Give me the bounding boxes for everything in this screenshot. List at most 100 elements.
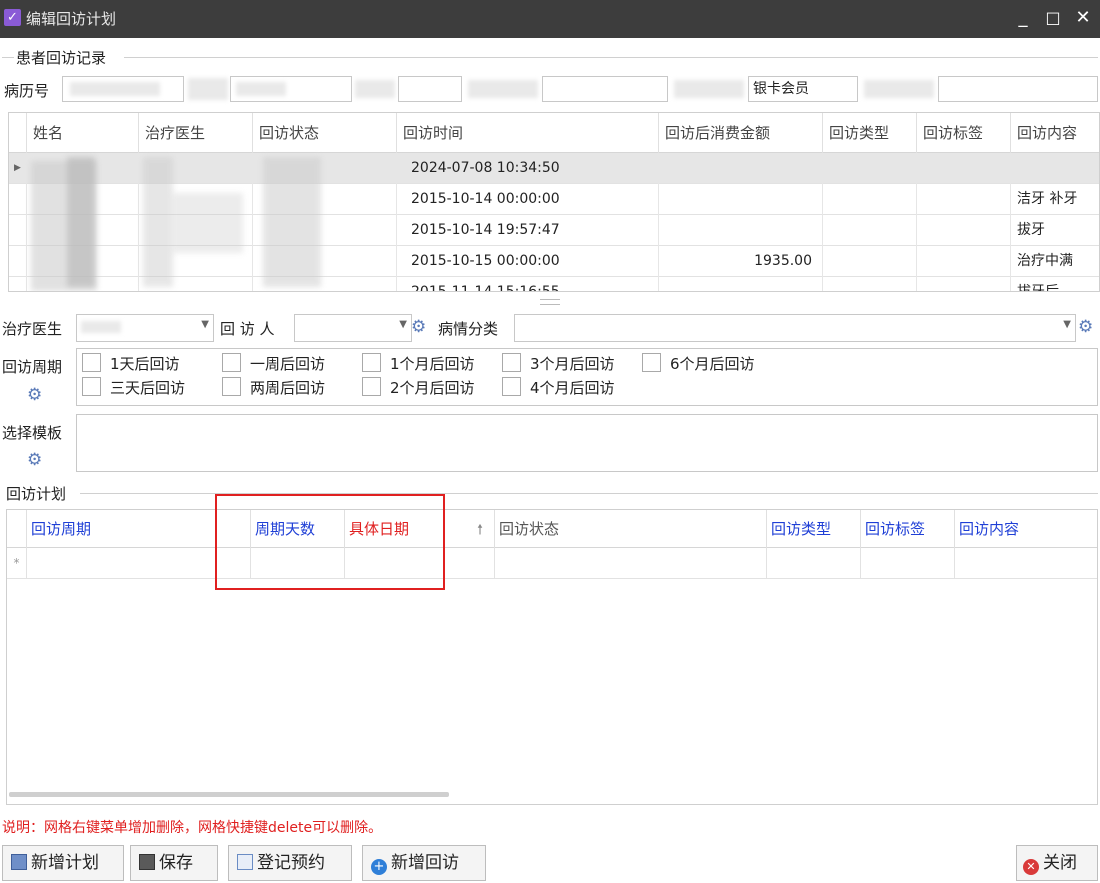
visitor-select[interactable]: ▼ xyxy=(294,314,412,342)
redacted-value xyxy=(236,82,286,96)
cycle-checkbox-3day[interactable] xyxy=(82,377,101,396)
cycle-label: 回访周期 xyxy=(2,358,63,376)
add-plan-icon xyxy=(11,854,27,870)
cycle-option-label: 1天后回访 xyxy=(110,355,180,373)
new-row-type-cell[interactable] xyxy=(767,548,861,579)
add-plan-label: 新增计划 xyxy=(31,853,99,873)
card-number-input[interactable] xyxy=(938,76,1098,102)
cell-type xyxy=(823,246,917,277)
category-select[interactable]: ▼ xyxy=(514,314,1076,342)
column-header-status[interactable]: 回访状态 xyxy=(495,510,767,548)
new-row-content-cell[interactable] xyxy=(955,548,1097,579)
minimize-button[interactable]: _ xyxy=(1010,5,1036,31)
horizontal-scrollbar[interactable] xyxy=(9,792,449,797)
chevron-down-icon[interactable]: ▼ xyxy=(1063,319,1071,330)
cell-content: 洁牙 补牙 xyxy=(1011,184,1099,215)
redacted-value xyxy=(263,157,321,287)
register-button[interactable]: 登记预约 xyxy=(228,845,352,881)
record-grid[interactable]: 姓名 治疗医生 回访状态 回访时间 回访后消费金额 回访类型 回访标签 回访内容… xyxy=(8,112,1100,292)
plus-circle-icon: + xyxy=(371,859,387,875)
cell-amount xyxy=(659,153,823,184)
column-header-status[interactable]: 回访状态 xyxy=(253,113,397,153)
doctor-select[interactable]: ▼ xyxy=(76,314,214,342)
cell-content: 拔牙后 xyxy=(1011,277,1099,291)
note-text: 说明：网格右键菜单增加删除，网格快捷键delete可以删除。 xyxy=(2,820,383,836)
cell-time: 2015-10-14 00:00:00 xyxy=(397,184,659,215)
close-label: 关闭 xyxy=(1043,853,1077,873)
app-check-icon: ✓ xyxy=(4,9,21,26)
cell-tag xyxy=(917,153,1011,184)
row-indicator xyxy=(9,277,27,291)
close-window-button[interactable]: ✕ xyxy=(1070,5,1096,31)
maximize-button[interactable]: □ xyxy=(1040,5,1066,31)
column-header-doctor[interactable]: 治疗医生 xyxy=(139,113,253,153)
chevron-down-icon[interactable]: ▼ xyxy=(399,319,407,330)
column-header-amount[interactable]: 回访后消费金额 xyxy=(659,113,823,153)
column-header-type[interactable]: 回访类型 xyxy=(767,510,861,548)
cycle-checkbox-1day[interactable] xyxy=(82,353,101,372)
close-button[interactable]: ✕ 关闭 xyxy=(1016,845,1098,881)
cell-amount xyxy=(659,277,823,291)
cycle-option-label: 4个月后回访 xyxy=(530,379,615,397)
redacted-value xyxy=(355,80,395,98)
column-header-content[interactable]: 回访内容 xyxy=(955,510,1097,548)
cell-tag xyxy=(917,277,1011,291)
template-label: 选择模板 xyxy=(2,424,63,442)
plan-group-title: 回访计划 xyxy=(6,485,67,503)
splitter-handle[interactable] xyxy=(540,299,560,305)
visitor-label: 回 访 人 xyxy=(220,320,275,338)
cell-tag xyxy=(917,215,1011,246)
gear-icon[interactable]: ⚙ xyxy=(27,385,42,405)
cycle-checkbox-4month[interactable] xyxy=(502,377,521,396)
cycle-checkbox-1month[interactable] xyxy=(362,353,381,372)
row-indicator xyxy=(9,215,27,246)
cycle-checkbox-6month[interactable] xyxy=(642,353,661,372)
gear-icon[interactable]: ⚙ xyxy=(1078,317,1093,337)
save-icon xyxy=(139,854,155,870)
column-header-type[interactable]: 回访类型 xyxy=(823,113,917,153)
cell-amount: 1935.00 xyxy=(659,246,823,277)
gear-icon[interactable]: ⚙ xyxy=(411,317,426,337)
cell-type xyxy=(823,153,917,184)
gender-input[interactable] xyxy=(398,76,462,102)
redacted-value xyxy=(143,157,173,287)
cycle-checkbox-3month[interactable] xyxy=(502,353,521,372)
add-visit-label: 新增回访 xyxy=(391,853,459,873)
cycle-checkbox-2month[interactable] xyxy=(362,377,381,396)
category-label: 病情分类 xyxy=(438,320,499,338)
column-header-name[interactable]: 姓名 xyxy=(27,113,139,153)
cell-type xyxy=(823,184,917,215)
cell-type xyxy=(823,277,917,291)
save-button[interactable]: 保存 xyxy=(130,845,218,881)
cell-time: 2015-10-15 00:00:00 xyxy=(397,246,659,277)
chevron-down-icon[interactable]: ▼ xyxy=(201,319,209,330)
cycle-option-label: 两周后回访 xyxy=(250,379,326,397)
cell-content xyxy=(1011,153,1099,184)
column-header-tag[interactable]: 回访标签 xyxy=(861,510,955,548)
cell-time: 2015-11-14 15:16:55 xyxy=(397,277,659,291)
add-visit-button[interactable]: + 新增回访 xyxy=(362,845,486,881)
cycle-option-label: 3个月后回访 xyxy=(530,355,615,373)
new-row-marker: * xyxy=(7,548,27,579)
cycle-option-label: 1个月后回访 xyxy=(390,355,475,373)
cycle-checkbox-1week[interactable] xyxy=(222,353,241,372)
plan-grid[interactable]: 回访周期 周期天数 具体日期 🠕 回访状态 回访类型 回访标签 回访内容 * xyxy=(6,509,1098,805)
new-row-status-cell[interactable] xyxy=(495,548,767,579)
add-plan-button[interactable]: 新增计划 xyxy=(2,845,124,881)
column-header-tag[interactable]: 回访标签 xyxy=(917,113,1011,153)
cycle-checkbox-2week[interactable] xyxy=(222,377,241,396)
medical-record-label: 病历号 xyxy=(4,82,50,100)
column-header-time[interactable]: 回访时间 xyxy=(397,113,659,153)
redacted-value xyxy=(81,321,121,333)
column-header-content[interactable]: 回访内容 xyxy=(1011,113,1099,153)
patient-record-group-title: 患者回访记录 xyxy=(16,49,107,67)
cell-time: 2015-10-14 19:57:47 xyxy=(397,215,659,246)
phone-input[interactable] xyxy=(542,76,668,102)
cell-tag xyxy=(917,246,1011,277)
template-textarea[interactable] xyxy=(76,414,1098,472)
new-row-tag-cell[interactable] xyxy=(861,548,955,579)
gear-icon[interactable]: ⚙ xyxy=(27,450,42,470)
save-label: 保存 xyxy=(159,853,193,873)
member-type-input[interactable]: 银卡会员 xyxy=(748,76,858,102)
cell-content: 拔牙 xyxy=(1011,215,1099,246)
